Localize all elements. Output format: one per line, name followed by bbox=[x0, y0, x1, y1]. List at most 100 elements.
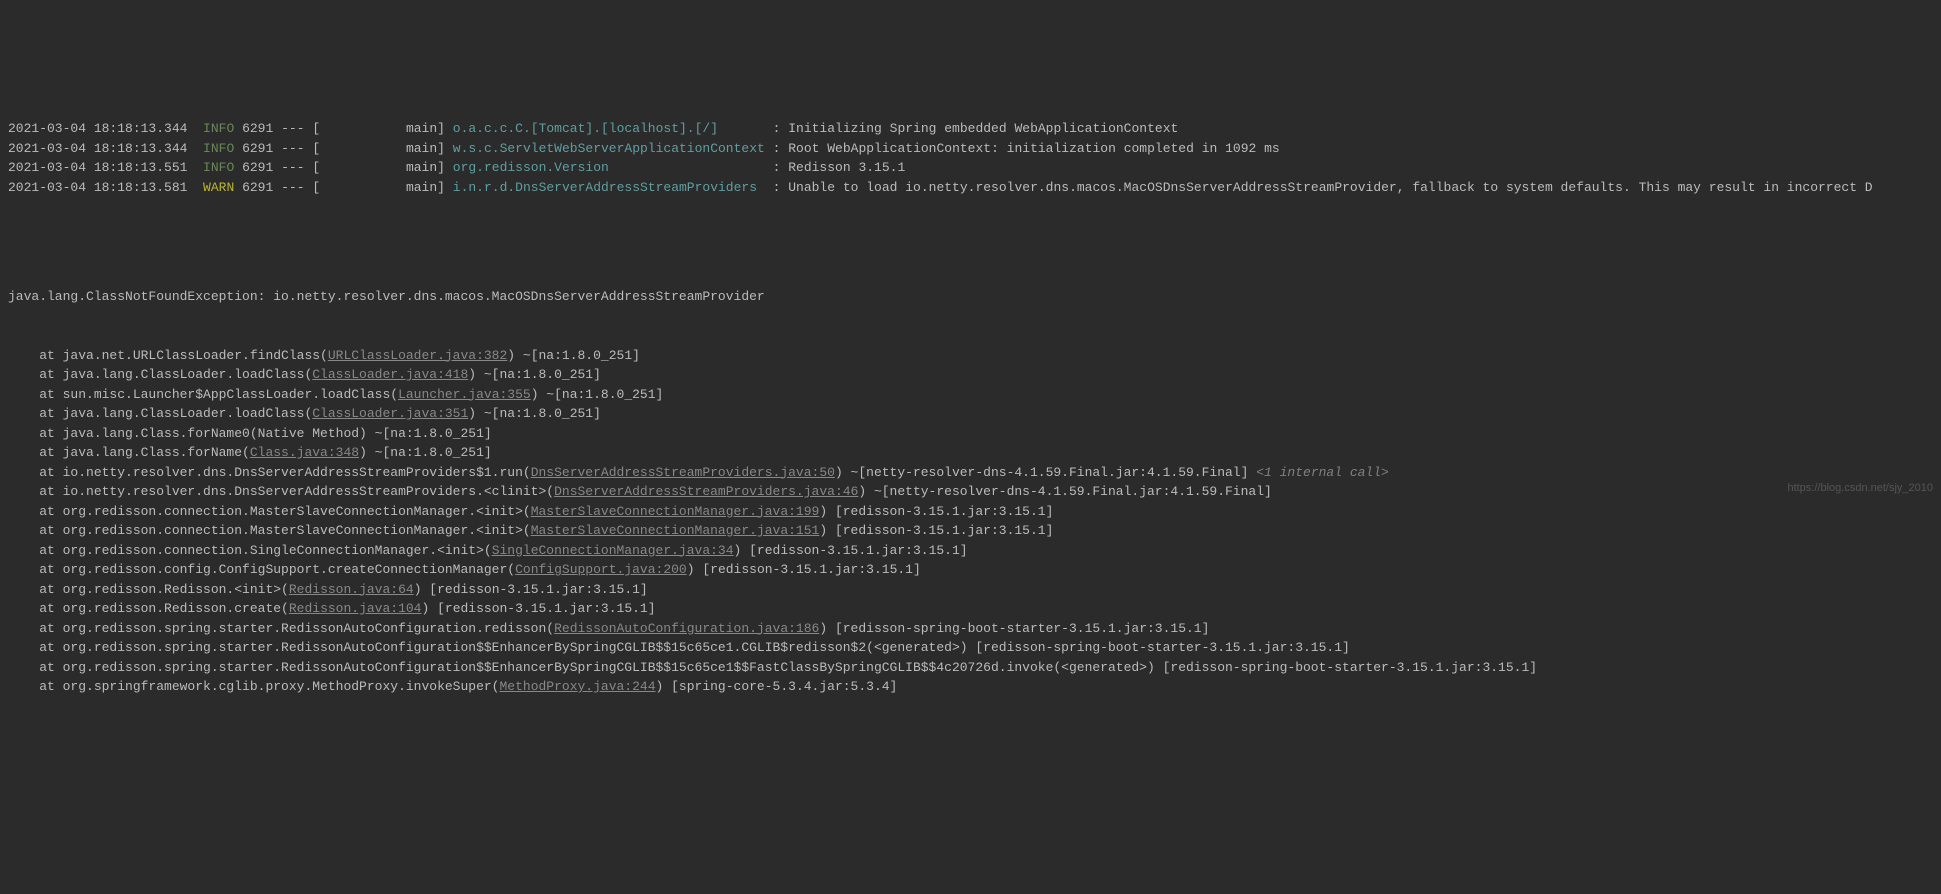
stack-suffix: ) [redisson-3.15.1.jar:3.15.1] bbox=[819, 523, 1053, 538]
stack-frame: at java.lang.ClassLoader.loadClass(Class… bbox=[8, 404, 1933, 424]
log-dash: --- bbox=[281, 160, 304, 175]
source-link[interactable]: ConfigSupport.java:200 bbox=[515, 562, 687, 577]
log-dash: --- bbox=[281, 121, 304, 136]
log-dash: --- bbox=[281, 180, 304, 195]
log-timestamp: 2021-03-04 18:18:13.344 bbox=[8, 121, 187, 136]
source-link[interactable]: SingleConnectionManager.java:34 bbox=[492, 543, 734, 558]
log-line: 2021-03-04 18:18:13.581 WARN 6291 --- [ … bbox=[8, 178, 1933, 198]
stack-frame: at java.lang.ClassLoader.loadClass(Class… bbox=[8, 365, 1933, 385]
log-dash: --- bbox=[281, 141, 304, 156]
log-line: 2021-03-04 18:18:13.344 INFO 6291 --- [ … bbox=[8, 119, 1933, 139]
stack-text: at java.lang.ClassLoader.loadClass( bbox=[8, 367, 312, 382]
source-link[interactable]: MasterSlaveConnectionManager.java:151 bbox=[531, 523, 820, 538]
stack-text: at org.redisson.spring.starter.RedissonA… bbox=[8, 621, 554, 636]
source-link[interactable]: URLClassLoader.java:382 bbox=[328, 348, 507, 363]
source-link[interactable]: RedissonAutoConfiguration.java:186 bbox=[554, 621, 819, 636]
stack-suffix: ) [redisson-3.15.1.jar:3.15.1] bbox=[414, 582, 648, 597]
log-thread: [ main] bbox=[312, 121, 445, 136]
source-link[interactable]: Launcher.java:355 bbox=[398, 387, 531, 402]
stack-suffix: ) ~[netty-resolver-dns-4.1.59.Final.jar:… bbox=[835, 465, 1248, 480]
stack-frame: at org.redisson.connection.MasterSlaveCo… bbox=[8, 521, 1933, 541]
stack-frame: at io.netty.resolver.dns.DnsServerAddres… bbox=[8, 463, 1933, 483]
log-message: : Unable to load io.netty.resolver.dns.m… bbox=[773, 180, 1873, 195]
log-level: INFO bbox=[203, 121, 234, 136]
log-logger: i.n.r.d.DnsServerAddressStreamProviders bbox=[453, 180, 757, 195]
stack-text: at sun.misc.Launcher$AppClassLoader.load… bbox=[8, 387, 398, 402]
stack-frame: at org.redisson.Redisson.<init>(Redisson… bbox=[8, 580, 1933, 600]
stack-suffix: ) [redisson-3.15.1.jar:3.15.1] bbox=[819, 504, 1053, 519]
stack-text: at io.netty.resolver.dns.DnsServerAddres… bbox=[8, 484, 554, 499]
stack-frame: at org.springframework.cglib.proxy.Metho… bbox=[8, 677, 1933, 697]
source-link[interactable]: DnsServerAddressStreamProviders.java:46 bbox=[554, 484, 858, 499]
stack-text: at java.lang.ClassLoader.loadClass( bbox=[8, 406, 312, 421]
exception-header: java.lang.ClassNotFoundException: io.net… bbox=[8, 287, 1933, 307]
stack-frame: at org.redisson.Redisson.create(Redisson… bbox=[8, 599, 1933, 619]
log-thread: [ main] bbox=[312, 180, 445, 195]
stack-suffix: ) ~[netty-resolver-dns-4.1.59.Final.jar:… bbox=[858, 484, 1271, 499]
log-message: : Redisson 3.15.1 bbox=[773, 160, 906, 175]
log-pid: 6291 bbox=[242, 141, 273, 156]
log-logger: o.a.c.c.C.[Tomcat].[localhost].[/] bbox=[453, 121, 718, 136]
stack-frame: at org.redisson.config.ConfigSupport.cre… bbox=[8, 560, 1933, 580]
log-logger: org.redisson.Version bbox=[453, 160, 609, 175]
log-message: : Initializing Spring embedded WebApplic… bbox=[773, 121, 1179, 136]
stack-text: at org.redisson.connection.MasterSlaveCo… bbox=[8, 523, 531, 538]
source-link[interactable]: MethodProxy.java:244 bbox=[499, 679, 655, 694]
log-thread: [ main] bbox=[312, 141, 445, 156]
stack-frame: at org.redisson.connection.MasterSlaveCo… bbox=[8, 502, 1933, 522]
stack-suffix: ) ~[na:1.8.0_251] bbox=[468, 406, 601, 421]
log-logger: w.s.c.ServletWebServerApplicationContext bbox=[453, 141, 765, 156]
log-pid: 6291 bbox=[242, 160, 273, 175]
stack-text: at java.lang.Class.forName0(Native Metho… bbox=[8, 426, 492, 441]
log-thread: [ main] bbox=[312, 160, 445, 175]
log-message: : Root WebApplicationContext: initializa… bbox=[773, 141, 1280, 156]
log-line: 2021-03-04 18:18:13.344 INFO 6291 --- [ … bbox=[8, 139, 1933, 159]
stack-text: at io.netty.resolver.dns.DnsServerAddres… bbox=[8, 465, 531, 480]
log-level: WARN bbox=[203, 180, 234, 195]
stack-suffix: ) [redisson-spring-boot-starter-3.15.1.j… bbox=[819, 621, 1209, 636]
stack-frame: at java.lang.Class.forName0(Native Metho… bbox=[8, 424, 1933, 444]
console-log-area: 2021-03-04 18:18:13.344 INFO 6291 --- [ … bbox=[0, 78, 1941, 757]
stack-text: at org.redisson.connection.MasterSlaveCo… bbox=[8, 504, 531, 519]
source-link[interactable]: MasterSlaveConnectionManager.java:199 bbox=[531, 504, 820, 519]
stack-suffix: ) ~[na:1.8.0_251] bbox=[507, 348, 640, 363]
stack-text: at org.redisson.Redisson.create( bbox=[8, 601, 289, 616]
stack-text: at org.springframework.cglib.proxy.Metho… bbox=[8, 679, 499, 694]
stack-suffix: ) [redisson-3.15.1.jar:3.15.1] bbox=[687, 562, 921, 577]
log-level: INFO bbox=[203, 160, 234, 175]
stack-frame: at java.net.URLClassLoader.findClass(URL… bbox=[8, 346, 1933, 366]
stack-text: at java.lang.Class.forName( bbox=[8, 445, 250, 460]
stack-suffix: ) ~[na:1.8.0_251] bbox=[359, 445, 492, 460]
source-link[interactable]: Redisson.java:64 bbox=[289, 582, 414, 597]
stack-text: at java.net.URLClassLoader.findClass( bbox=[8, 348, 328, 363]
log-timestamp: 2021-03-04 18:18:13.344 bbox=[8, 141, 187, 156]
stack-suffix: ) [spring-core-5.3.4.jar:5.3.4] bbox=[656, 679, 898, 694]
source-link[interactable]: ClassLoader.java:351 bbox=[312, 406, 468, 421]
watermark: https://blog.csdn.net/sjy_2010 bbox=[1787, 480, 1933, 497]
stack-frame: at org.redisson.spring.starter.RedissonA… bbox=[8, 638, 1933, 658]
log-level: INFO bbox=[203, 141, 234, 156]
stack-suffix: ) [redisson-3.15.1.jar:3.15.1] bbox=[734, 543, 968, 558]
log-timestamp: 2021-03-04 18:18:13.551 bbox=[8, 160, 187, 175]
log-pid: 6291 bbox=[242, 180, 273, 195]
stack-text: at org.redisson.Redisson.<init>( bbox=[8, 582, 289, 597]
stack-suffix: ) [redisson-3.15.1.jar:3.15.1] bbox=[421, 601, 655, 616]
source-link[interactable]: ClassLoader.java:418 bbox=[312, 367, 468, 382]
stack-frame: at io.netty.resolver.dns.DnsServerAddres… bbox=[8, 482, 1933, 502]
log-pid: 6291 bbox=[242, 121, 273, 136]
source-link[interactable]: DnsServerAddressStreamProviders.java:50 bbox=[531, 465, 835, 480]
stack-suffix: ) ~[na:1.8.0_251] bbox=[468, 367, 601, 382]
stack-frame: at org.redisson.spring.starter.RedissonA… bbox=[8, 619, 1933, 639]
stack-text: at org.redisson.spring.starter.RedissonA… bbox=[8, 660, 1537, 675]
stack-suffix: ) ~[na:1.8.0_251] bbox=[531, 387, 664, 402]
stack-frame: at org.redisson.spring.starter.RedissonA… bbox=[8, 658, 1933, 678]
stack-frame: at org.redisson.connection.SingleConnect… bbox=[8, 541, 1933, 561]
stack-frame: at java.lang.Class.forName(Class.java:34… bbox=[8, 443, 1933, 463]
stack-text: at org.redisson.connection.SingleConnect… bbox=[8, 543, 492, 558]
log-line: 2021-03-04 18:18:13.551 INFO 6291 --- [ … bbox=[8, 158, 1933, 178]
source-link[interactable]: Class.java:348 bbox=[250, 445, 359, 460]
stack-text: at org.redisson.spring.starter.RedissonA… bbox=[8, 640, 1350, 655]
internal-call-note: <1 internal call> bbox=[1248, 465, 1388, 480]
source-link[interactable]: Redisson.java:104 bbox=[289, 601, 422, 616]
log-timestamp: 2021-03-04 18:18:13.581 bbox=[8, 180, 187, 195]
